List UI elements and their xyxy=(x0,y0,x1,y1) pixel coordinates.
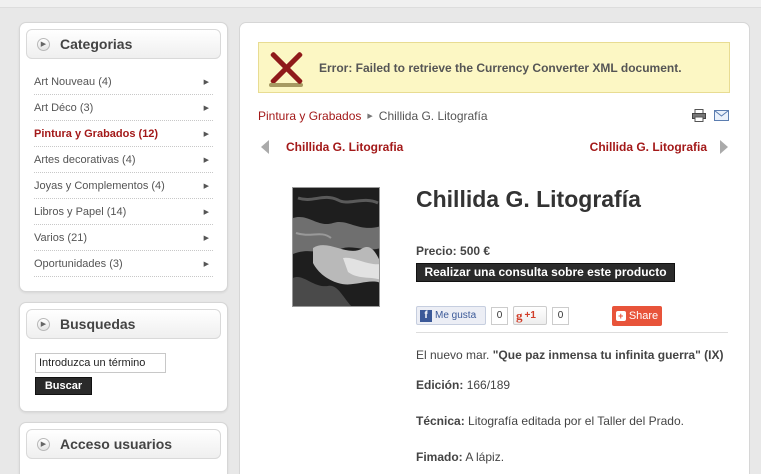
product-signed: Fimado: A lápiz. xyxy=(416,450,504,464)
product-edition: Edición: 166/189 xyxy=(416,378,510,392)
categories-box: ▶ Categorias Art Nouveau (4) ▶ Art Déco … xyxy=(19,22,228,292)
user-access-box: ▶ Acceso usuarios xyxy=(19,422,228,474)
category-item-libros[interactable]: Libros y Papel (14) ▶ xyxy=(34,199,213,225)
top-strip xyxy=(0,0,761,8)
facebook-like-count: 0 xyxy=(491,306,508,325)
error-x-icon xyxy=(269,51,303,87)
product-description-intro: El nuevo mar. "Que paz inmensa tu infini… xyxy=(416,348,723,362)
google-plus-button[interactable]: g +1 xyxy=(513,306,547,325)
product-image[interactable] xyxy=(292,187,380,307)
category-item-joyas[interactable]: Joyas y Complementos (4) ▶ xyxy=(34,173,213,199)
sidebar: ▶ Categorias Art Nouveau (4) ▶ Art Déco … xyxy=(19,22,228,474)
next-product-nav[interactable]: Chillida G. Litografia xyxy=(590,139,729,155)
error-message-bar: Error: Failed to retrieve the Currency C… xyxy=(258,42,730,93)
category-label: Art Nouveau (4) xyxy=(34,75,112,88)
categories-title: Categorias xyxy=(60,36,133,52)
chevron-right-circle-icon: ▶ xyxy=(37,437,50,451)
arrow-right-icon: ▶ xyxy=(203,77,209,86)
breadcrumb: Pintura y Grabados ▶ Chillida G. Litogra… xyxy=(258,109,488,123)
previous-product-link[interactable]: Chillida G. Litografia xyxy=(286,140,403,154)
category-label: Art Déco (3) xyxy=(34,101,94,114)
product-technique: Técnica: Litografía editada por el Talle… xyxy=(416,414,684,428)
arrow-right-icon: ▶ xyxy=(203,233,209,242)
arrow-right-icon: ▶ xyxy=(203,155,209,164)
lithograph-artwork xyxy=(293,188,379,306)
chevron-right-circle-icon: ▶ xyxy=(37,317,50,331)
category-item-art-deco[interactable]: Art Déco (3) ▶ xyxy=(34,95,213,121)
category-item-varios[interactable]: Varios (21) ▶ xyxy=(34,225,213,251)
chevron-right-circle-icon: ▶ xyxy=(37,37,50,51)
technique-value: Litografía editada por el Taller del Pra… xyxy=(468,414,684,428)
user-access-header[interactable]: ▶ Acceso usuarios xyxy=(26,429,221,459)
category-item-art-nouveau[interactable]: Art Nouveau (4) ▶ xyxy=(34,69,213,95)
category-label: Joyas y Complementos (4) xyxy=(34,179,165,192)
next-arrow-icon[interactable] xyxy=(719,139,729,155)
google-plus-icon: g xyxy=(516,307,523,323)
previous-arrow-icon[interactable] xyxy=(260,139,270,155)
category-list: Art Nouveau (4) ▶ Art Déco (3) ▶ Pintura… xyxy=(34,69,213,277)
arrow-right-icon: ▶ xyxy=(203,103,209,112)
product-title: Chillida G. Litografía xyxy=(416,186,641,212)
category-label: Pintura y Grabados (12) xyxy=(34,127,159,140)
category-label: Libros y Papel (14) xyxy=(34,205,127,218)
facebook-like-button[interactable]: f Me gusta xyxy=(416,306,486,325)
search-header: ▶ Busquedas xyxy=(26,309,221,339)
breadcrumb-link-category[interactable]: Pintura y Grabados xyxy=(258,109,361,123)
categories-header: ▶ Categorias xyxy=(26,29,221,59)
breadcrumb-separator-icon: ▶ xyxy=(367,112,373,120)
divider xyxy=(416,332,728,333)
arrow-right-icon: ▶ xyxy=(203,207,209,216)
category-item-artes-decorativas[interactable]: Artes decorativas (4) ▶ xyxy=(34,147,213,173)
signed-label: Fimado: xyxy=(416,450,463,464)
user-access-title: Acceso usuarios xyxy=(60,436,173,452)
share-plus-icon: + xyxy=(615,310,626,321)
search-title: Busquedas xyxy=(60,316,136,332)
email-icon[interactable] xyxy=(714,110,729,121)
category-label: Artes decorativas (4) xyxy=(34,153,136,166)
arrow-right-icon: ▶ xyxy=(203,129,209,138)
google-plus-count: 0 xyxy=(552,306,569,325)
technique-label: Técnica: xyxy=(416,414,465,428)
previous-product-nav[interactable]: Chillida G. Litografia xyxy=(260,139,403,155)
google-plus-label: +1 xyxy=(524,310,536,321)
edition-label: Edición: xyxy=(416,378,464,392)
edition-value: 166/189 xyxy=(466,378,511,392)
share-button[interactable]: + Share xyxy=(612,305,662,326)
search-button[interactable]: Buscar xyxy=(35,377,92,395)
category-item-pintura-grabados[interactable]: Pintura y Grabados (12) ▶ xyxy=(34,121,213,147)
description-intro: El nuevo mar. xyxy=(416,348,490,362)
facebook-icon: f xyxy=(420,309,432,322)
share-label: Share xyxy=(628,309,659,322)
error-message: Error: Failed to retrieve the Currency C… xyxy=(319,60,682,75)
product-inquiry-button[interactable]: Realizar una consulta sobre este product… xyxy=(416,263,675,282)
arrow-right-icon: ▶ xyxy=(203,259,209,268)
facebook-like-label: Me gusta xyxy=(435,310,477,321)
arrow-right-icon: ▶ xyxy=(203,181,209,190)
description-quote: "Que paz inmensa tu infinita guerra" (IX… xyxy=(492,348,724,362)
search-box: ▶ Busquedas Buscar xyxy=(19,302,228,412)
category-item-oportunidades[interactable]: Oportunidades (3) ▶ xyxy=(34,251,213,277)
product-price: Precio: 500 € xyxy=(416,244,491,258)
search-input[interactable] xyxy=(35,353,166,373)
category-label: Oportunidades (3) xyxy=(34,257,123,270)
main-content: Error: Failed to retrieve the Currency C… xyxy=(239,22,750,474)
page-tools xyxy=(692,109,729,122)
social-buttons: f Me gusta 0 g +1 0 + Share xyxy=(416,302,728,329)
print-icon[interactable] xyxy=(692,109,706,122)
category-label: Varios (21) xyxy=(34,231,87,244)
next-product-link[interactable]: Chillida G. Litografia xyxy=(590,140,707,154)
signed-value: A lápiz. xyxy=(465,450,505,464)
breadcrumb-current: Chillida G. Litografía xyxy=(378,109,488,123)
